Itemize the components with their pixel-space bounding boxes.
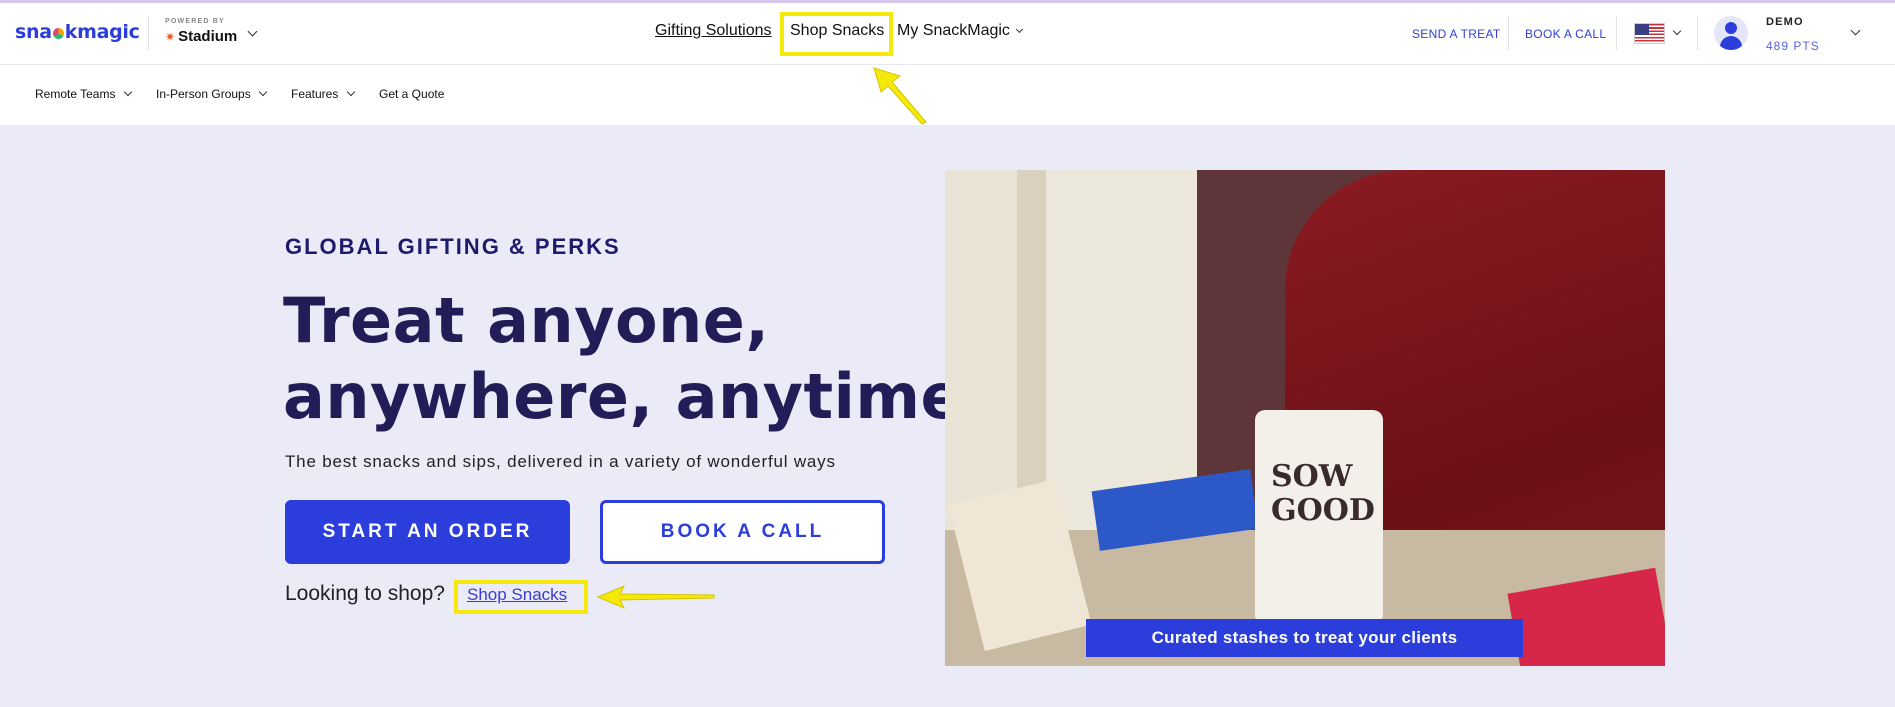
start-an-order-button[interactable]: START AN ORDER xyxy=(285,500,570,564)
logo-divider xyxy=(148,16,149,50)
us-flag-icon[interactable] xyxy=(1634,23,1665,44)
hero-subtext: The best snacks and sips, delivered in a… xyxy=(285,452,836,471)
shop-snacks-link[interactable]: Shop Snacks xyxy=(467,585,567,605)
subnav-features-label: Features xyxy=(291,87,339,101)
subnav-features[interactable]: Features xyxy=(291,87,355,101)
chevron-down-icon xyxy=(258,87,268,97)
subnav-remote-teams[interactable]: Remote Teams xyxy=(35,87,133,101)
my-snackmagic-chevron-icon xyxy=(1016,25,1024,34)
stadium-brand[interactable]: ✷ Stadium xyxy=(165,28,237,45)
hero-headline: Treat anyone, anywhere, anytime xyxy=(283,283,963,435)
looking-to-shop-text: Looking to shop? xyxy=(285,582,445,605)
avatar-body xyxy=(1720,36,1742,50)
header-divider-2 xyxy=(1616,16,1617,50)
subnav-in-person-groups[interactable]: In-Person Groups xyxy=(156,87,268,101)
header-divider-1 xyxy=(1508,16,1509,50)
header-divider-3 xyxy=(1697,16,1698,50)
avatar-head xyxy=(1725,22,1737,34)
user-name: DEMO xyxy=(1766,16,1804,28)
stadium-spark-icon: ✷ xyxy=(165,30,176,44)
headline-line-1: Treat anyone, xyxy=(283,284,770,357)
flag-canton xyxy=(1635,24,1649,35)
nav-gifting-solutions[interactable]: Gifting Solutions xyxy=(655,22,772,40)
book-a-call-button[interactable]: BOOK A CALL xyxy=(600,500,885,564)
subnav-get-a-quote[interactable]: Get a Quote xyxy=(379,87,444,101)
nav-shop-snacks[interactable]: Shop Snacks xyxy=(790,22,884,40)
snackmagic-logo[interactable]: sna kmagic xyxy=(15,21,140,43)
bag-line-2: GOOD xyxy=(1271,493,1375,528)
image-caption: Curated stashes to treat your clients xyxy=(1086,619,1523,657)
powered-by-label: POWERED BY xyxy=(165,18,225,25)
points-balance: 489 PTS xyxy=(1766,39,1820,53)
nav-my-label: My SnackMagic xyxy=(897,22,1010,39)
arrow-annotation-bottom-icon xyxy=(596,585,715,609)
stadium-label: Stadium xyxy=(178,28,238,45)
chevron-down-icon xyxy=(346,87,355,97)
arrow-annotation-top-icon xyxy=(873,67,927,125)
bag-line-1: SOW xyxy=(1271,459,1353,494)
hero-image: SOW GOOD xyxy=(945,170,1665,666)
nav-my-snackmagic[interactable]: My SnackMagic xyxy=(897,22,1024,40)
chevron-down-icon xyxy=(123,87,133,97)
headline-line-2: anywhere, anytime xyxy=(283,360,964,433)
logo-dot-icon xyxy=(52,28,64,39)
image-snack-bag-center: SOW GOOD xyxy=(1255,410,1383,620)
subnav-in-person-label: In-Person Groups xyxy=(156,87,251,101)
avatar-icon[interactable] xyxy=(1714,16,1748,50)
book-a-call-link[interactable]: BOOK A CALL xyxy=(1525,27,1606,41)
subnav-remote-teams-label: Remote Teams xyxy=(35,87,116,101)
send-a-treat-link[interactable]: SEND A TREAT xyxy=(1412,27,1501,41)
sub-navigation-bar xyxy=(0,65,1895,125)
hero-eyebrow: GLOBAL GIFTING & PERKS xyxy=(285,234,621,259)
bag-brand-text: SOW GOOD xyxy=(1271,460,1375,528)
